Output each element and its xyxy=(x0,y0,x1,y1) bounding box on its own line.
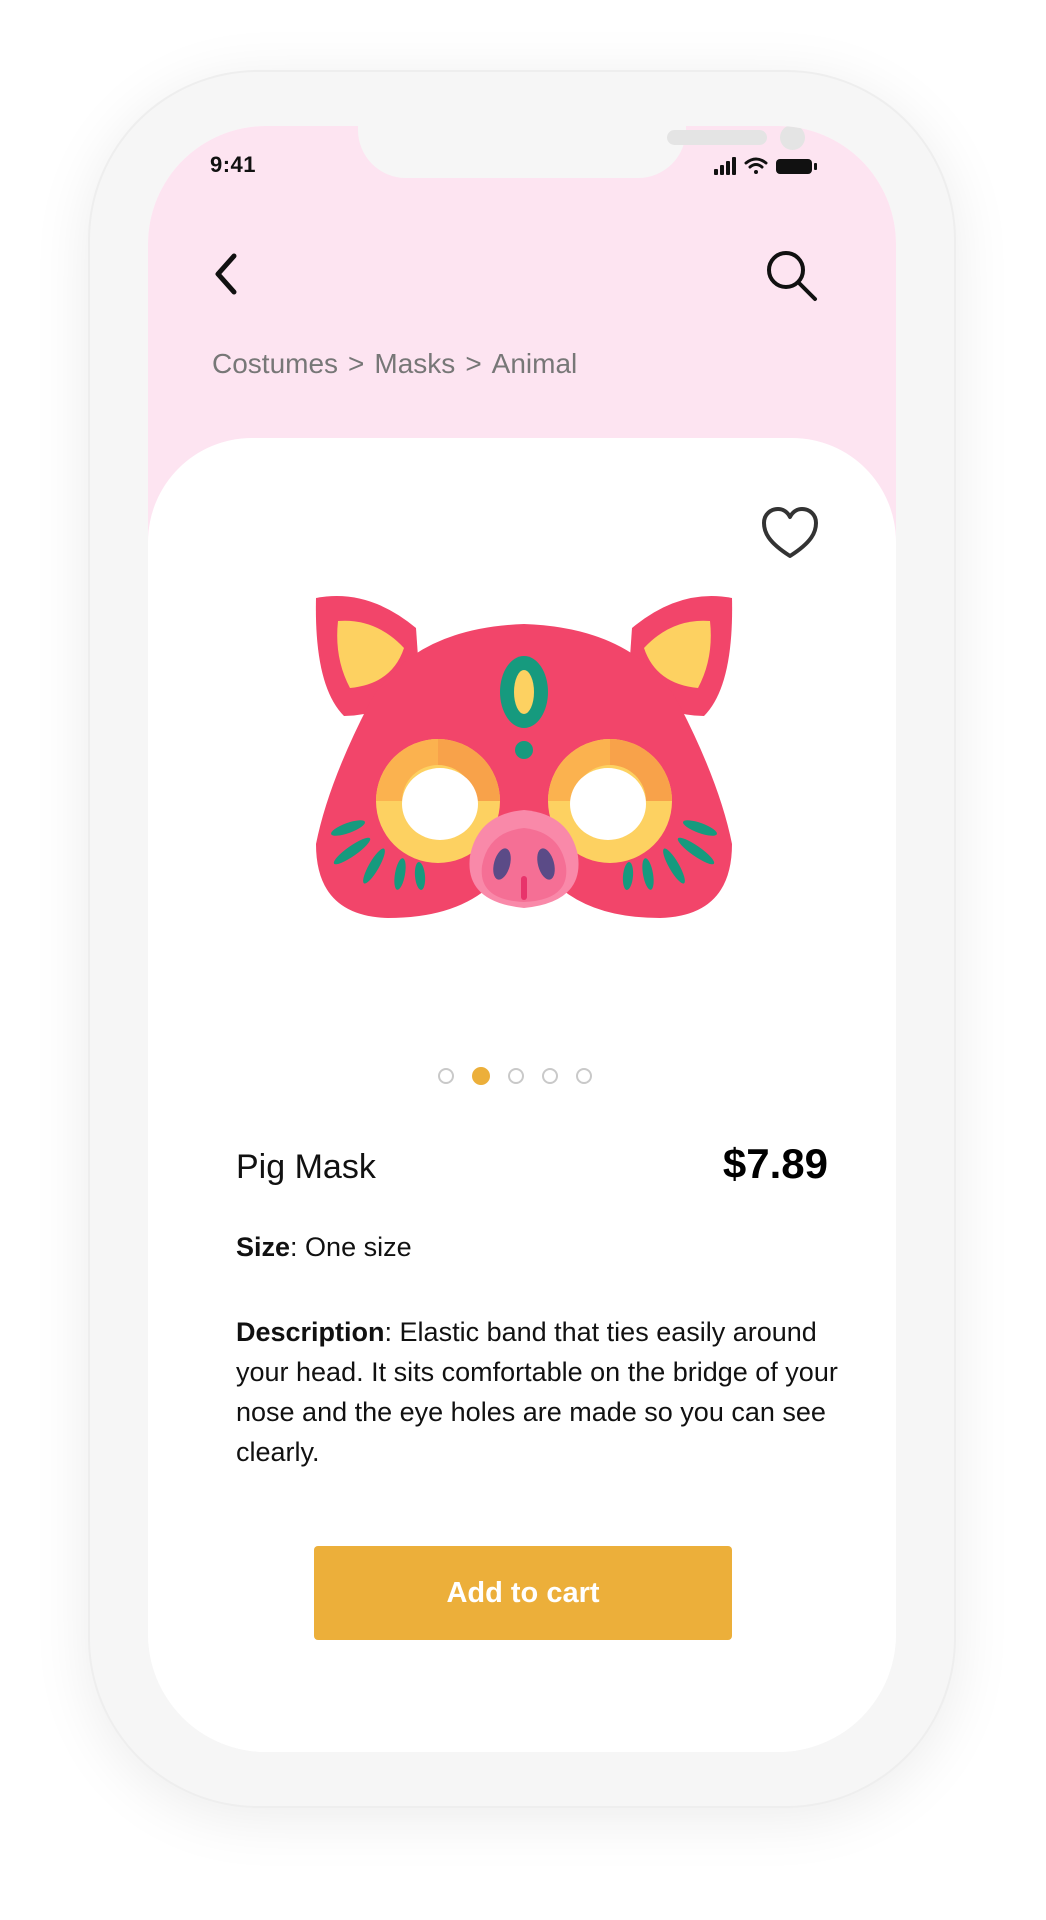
pagination-dot[interactable] xyxy=(542,1068,558,1084)
favorite-button[interactable] xyxy=(758,504,822,564)
pagination-dot-active[interactable] xyxy=(472,1067,490,1085)
breadcrumb-separator: > xyxy=(465,348,482,379)
description-label: Description xyxy=(236,1317,385,1347)
size-value: One size xyxy=(305,1232,412,1262)
speaker-grille xyxy=(667,130,767,145)
battery-icon xyxy=(776,159,817,174)
breadcrumb: Costumes > Masks > Animal xyxy=(212,348,577,380)
product-name: Pig Mask xyxy=(236,1148,376,1186)
add-to-cart-button[interactable]: Add to cart xyxy=(314,1546,732,1640)
search-icon xyxy=(767,251,817,301)
breadcrumb-item-animal[interactable]: Animal xyxy=(492,348,578,380)
chevron-left-icon xyxy=(215,253,237,295)
pagination-dot[interactable] xyxy=(576,1068,592,1084)
wifi-icon xyxy=(744,157,768,174)
status-time: 9:41 xyxy=(210,152,257,177)
back-button[interactable] xyxy=(206,246,246,302)
breadcrumb-separator: > xyxy=(348,348,365,379)
status-icons xyxy=(714,157,817,175)
heart-outline-icon xyxy=(762,507,818,558)
pagination-dot[interactable] xyxy=(508,1068,524,1084)
search-button[interactable] xyxy=(760,244,824,308)
front-camera xyxy=(780,126,805,150)
image-pagination xyxy=(438,1067,592,1085)
product-description: Description: Elastic band that ties easi… xyxy=(236,1317,838,1467)
app-screen: 9:41 Costumes > Masks > Animal Pig Mask … xyxy=(148,126,896,1752)
pagination-dot[interactable] xyxy=(438,1068,454,1084)
product-price: $7.89 xyxy=(722,1140,828,1187)
size-label: Size xyxy=(236,1232,291,1262)
breadcrumb-item-costumes[interactable]: Costumes xyxy=(212,348,338,380)
device-notch xyxy=(358,126,805,178)
breadcrumb-item-masks[interactable]: Masks xyxy=(374,348,455,380)
signal-icon xyxy=(714,157,736,175)
product-image-pig-mask[interactable] xyxy=(308,566,740,936)
product-size: Size: One size xyxy=(236,1232,412,1262)
